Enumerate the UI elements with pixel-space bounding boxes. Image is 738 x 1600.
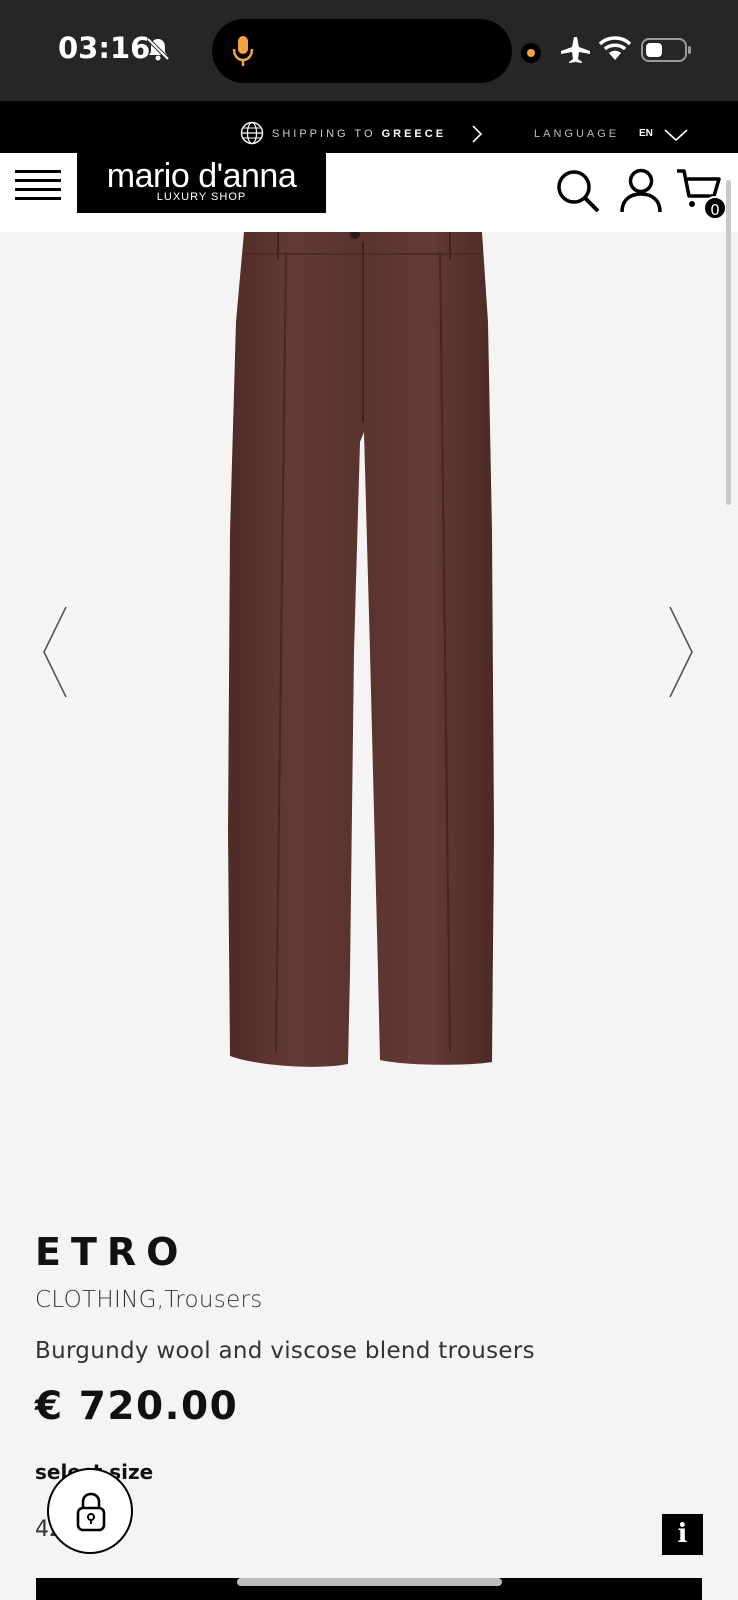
camera-dot-icon	[521, 43, 541, 63]
hamburger-menu-button[interactable]	[15, 170, 61, 210]
shipping-selector[interactable]: SHIPPING TO GREECE	[272, 128, 446, 140]
gallery-prev-arrow[interactable]	[40, 605, 70, 699]
search-icon[interactable]	[555, 168, 601, 214]
language-label: LANGUAGE	[534, 128, 620, 140]
product-image	[228, 232, 494, 1067]
shipping-language-bar	[0, 101, 738, 153]
airplane-icon	[561, 37, 590, 63]
lock-icon	[76, 1492, 106, 1532]
dynamic-island	[212, 19, 512, 83]
gallery-next-arrow[interactable]	[666, 605, 696, 699]
product-price: € 720.00	[35, 1384, 239, 1429]
cart-count-badge: 0	[703, 196, 727, 220]
status-time: 03:16	[58, 31, 151, 65]
product-category[interactable]: CLOTHING,Trousers	[35, 1287, 263, 1313]
bell-slash-icon	[146, 37, 170, 61]
site-logo[interactable]: mario d'anna LUXURY SHOP	[77, 153, 326, 213]
privacy-lock-button[interactable]	[47, 1468, 133, 1554]
logo-main-text: mario d'anna	[106, 157, 297, 195]
globe-icon	[240, 121, 264, 145]
shipping-prefix: SHIPPING TO	[272, 128, 376, 140]
account-icon[interactable]	[620, 168, 662, 214]
product-brand[interactable]: ETRO	[35, 1230, 188, 1274]
language-selector[interactable]: EN	[639, 128, 653, 139]
home-indicator[interactable]	[237, 1578, 502, 1586]
chevron-right-icon[interactable]	[471, 124, 483, 144]
info-button[interactable]: i	[662, 1514, 703, 1555]
product-description: Burgundy wool and viscose blend trousers	[35, 1338, 535, 1364]
shipping-country: GREECE	[381, 128, 447, 140]
chevron-down-icon[interactable]	[664, 128, 688, 142]
microphone-icon	[232, 36, 254, 66]
wifi-icon	[599, 36, 631, 60]
battery-icon	[641, 38, 691, 62]
